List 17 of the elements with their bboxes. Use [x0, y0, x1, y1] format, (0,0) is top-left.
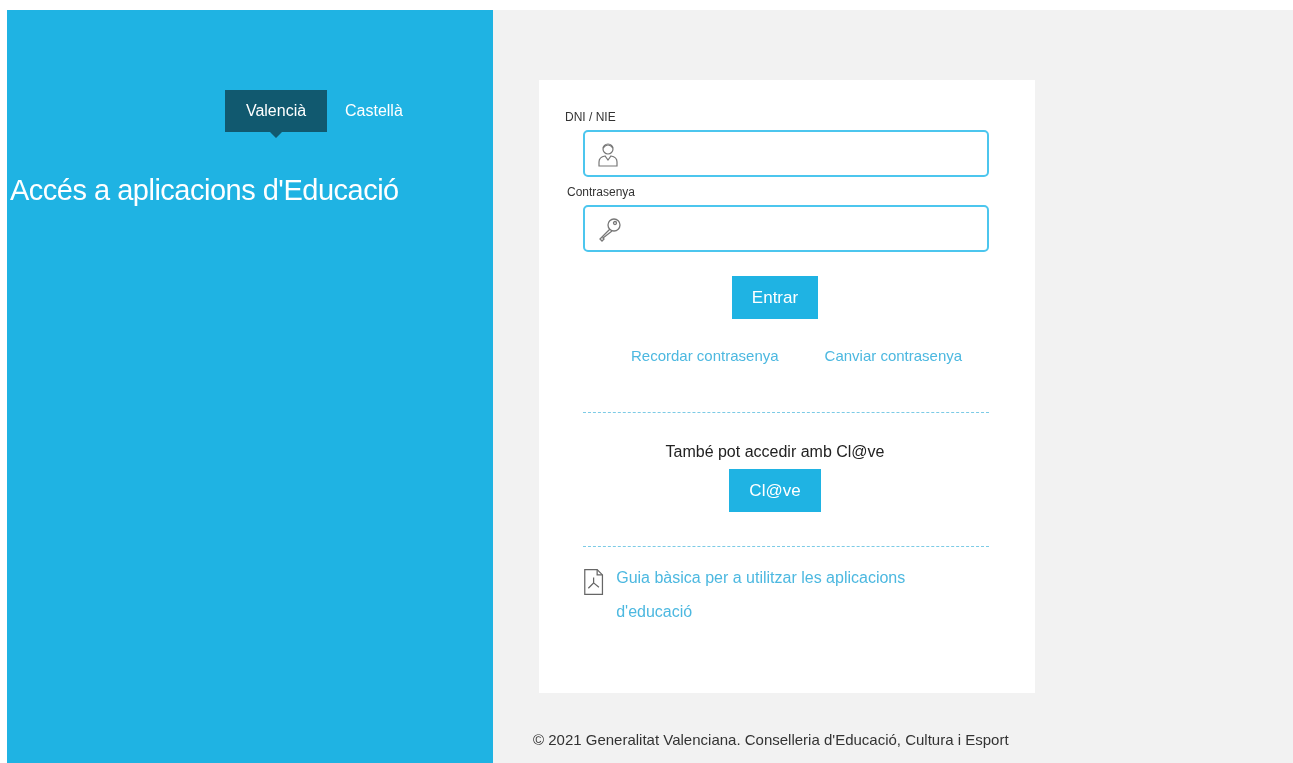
alternative-access-text: També pot accedir amb Cl@ve: [665, 443, 885, 461]
language-tab[interactable]: Valencià: [225, 90, 327, 138]
language-tab[interactable]: Castellà: [345, 90, 447, 138]
input-field[interactable]: [583, 205, 989, 252]
user-icon: [597, 140, 619, 167]
pdf-file-icon: [583, 567, 605, 597]
guide-link[interactable]: Guia bàsica per a utilitzar les aplicacions d'educació: [616, 561, 943, 629]
clave-button[interactable]: Cl@ve: [729, 469, 821, 512]
page-title: Accés a aplicacions d'Educació: [10, 174, 400, 207]
password-link[interactable]: Recordar contrasenya: [631, 347, 779, 364]
input-field[interactable]: [583, 130, 989, 177]
field-label: Contrasenya: [567, 185, 637, 199]
submit-button[interactable]: Entrar: [731, 276, 819, 319]
password-link[interactable]: Canviar contrasenya: [824, 347, 963, 364]
footer-text: © 2021 Generalitat Valenciana. Conselleria d'Educació, Cultura i Esport: [533, 731, 1010, 748]
field-label: DNI / NIE: [565, 110, 617, 124]
key-icon: [597, 215, 623, 242]
